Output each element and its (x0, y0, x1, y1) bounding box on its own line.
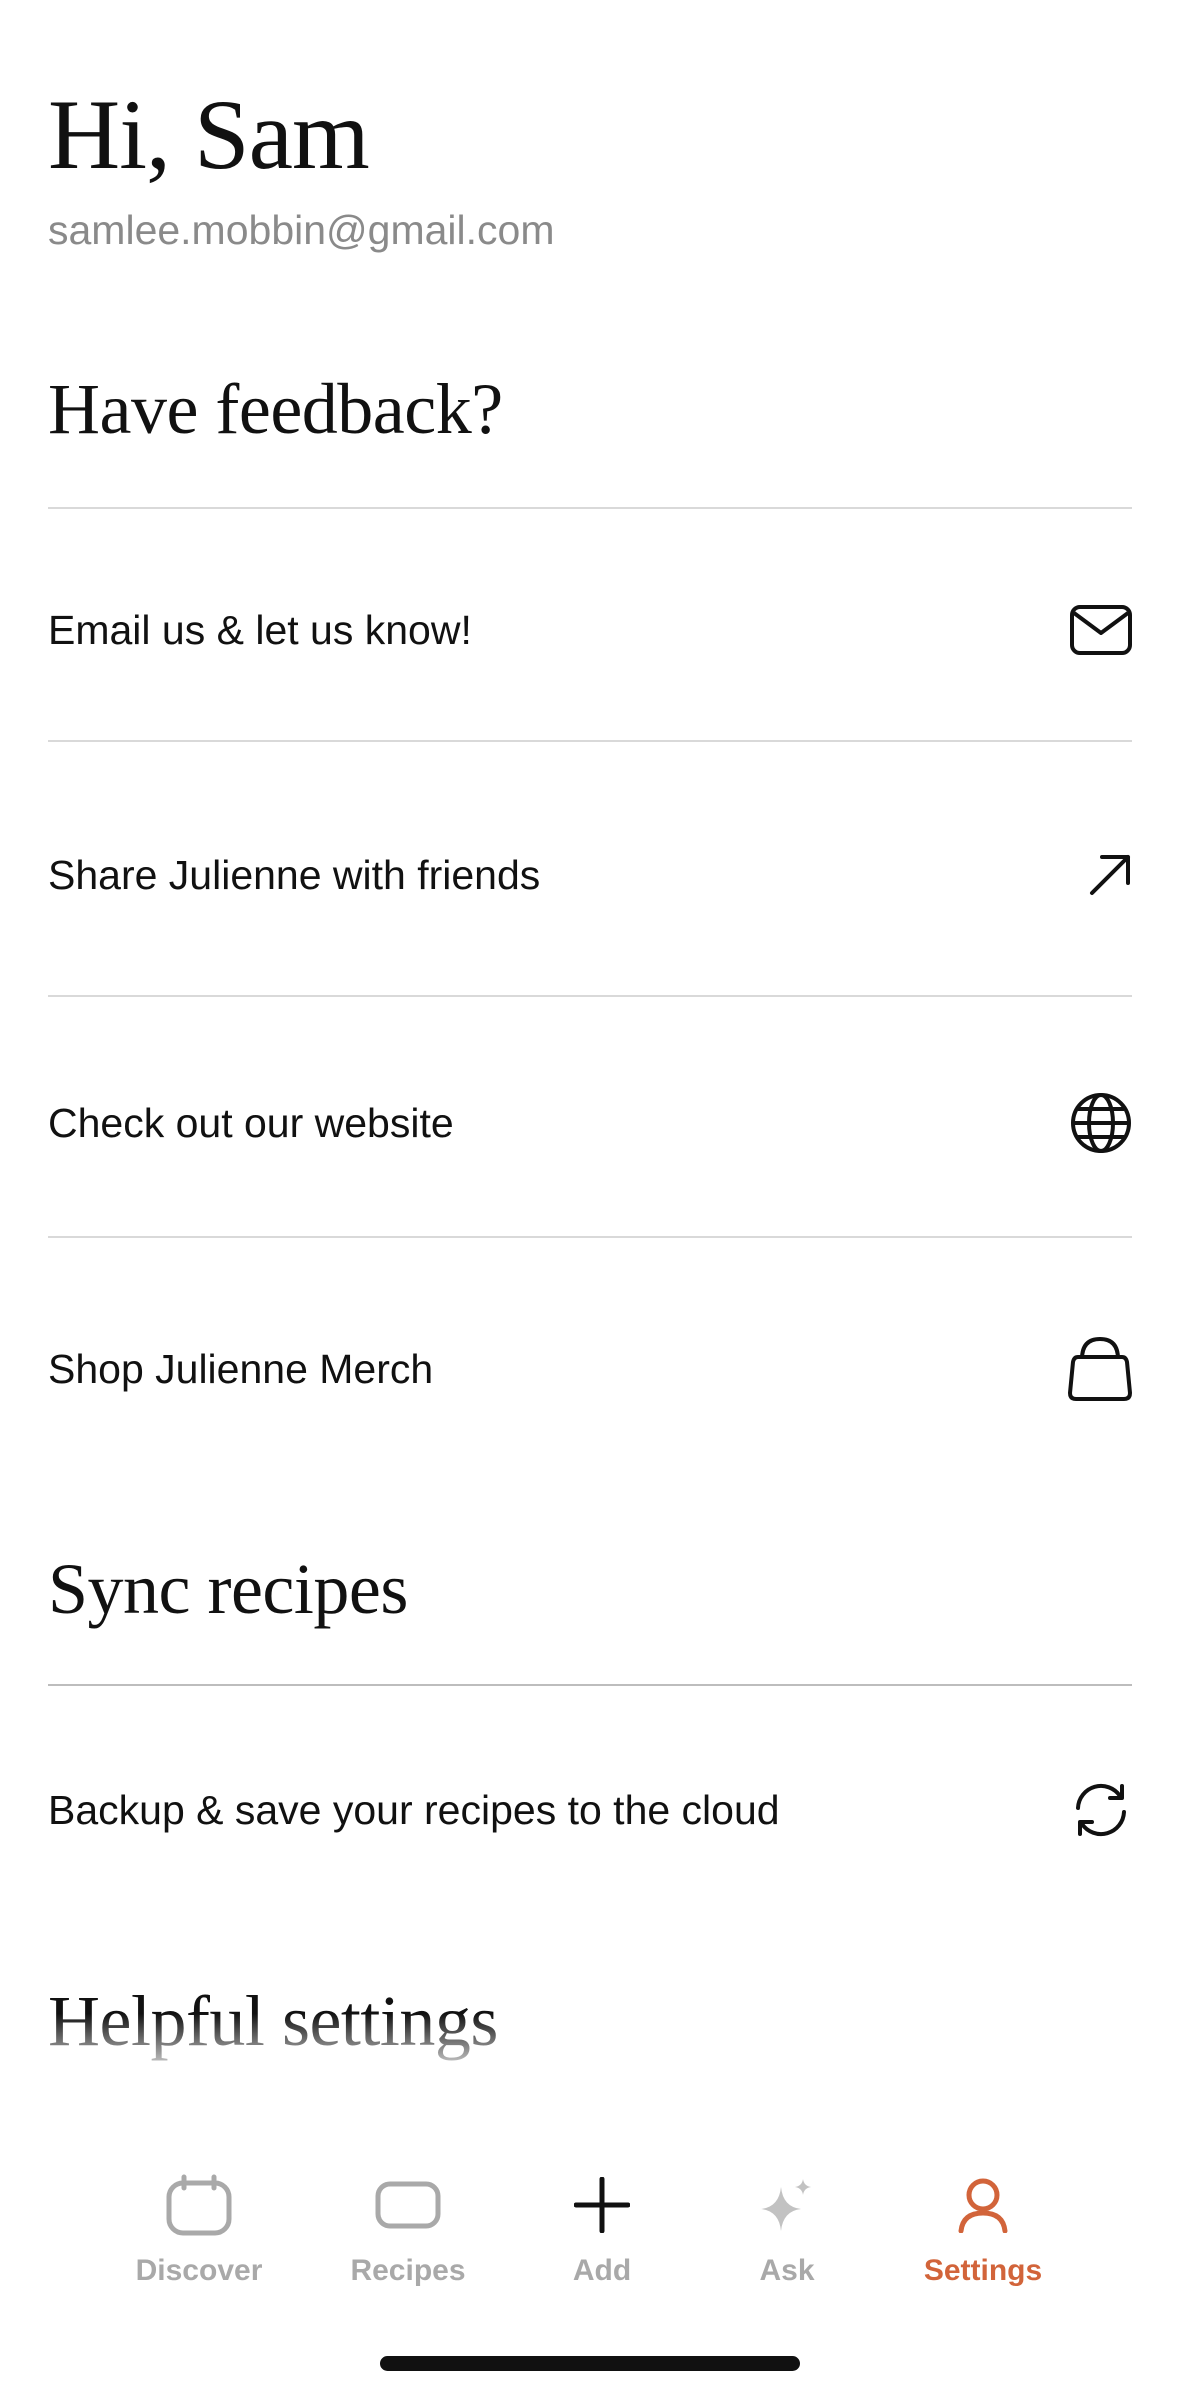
shop-merch-row[interactable]: Shop Julienne Merch (48, 1314, 1132, 1424)
mail-icon (1064, 596, 1132, 664)
tab-ask[interactable]: Ask (697, 2160, 877, 2310)
shopping-bag-icon (1064, 1335, 1132, 1403)
email-us-label: Email us & let us know! (48, 606, 472, 653)
globe-icon (1064, 1089, 1132, 1157)
arrow-up-right-icon (1064, 841, 1132, 909)
sync-section-title: Sync recipes (48, 1549, 408, 1629)
tab-add[interactable]: Add (512, 2160, 692, 2310)
tab-settings[interactable]: Settings (893, 2160, 1073, 2310)
divider (48, 995, 1132, 997)
tab-bar: Discover Recipes Add Ask Settings (0, 2160, 1179, 2310)
divider (48, 1684, 1132, 1686)
feedback-section-title: Have feedback? (48, 369, 503, 449)
home-indicator[interactable] (380, 2356, 800, 2371)
tab-recipes[interactable]: Recipes (318, 2160, 498, 2310)
tab-label: Add (572, 2254, 632, 2287)
share-label: Share Julienne with friends (48, 851, 541, 898)
tab-discover[interactable]: Discover (109, 2160, 289, 2310)
sparkle-icon (759, 2160, 815, 2250)
email-us-row[interactable]: Email us & let us know! (48, 575, 1132, 685)
helpful-section-title: Helpful settings (48, 1981, 498, 2061)
sync-icon (1064, 1776, 1132, 1844)
shop-merch-label: Shop Julienne Merch (48, 1345, 434, 1392)
website-row[interactable]: Check out our website (48, 1068, 1132, 1178)
plus-icon (574, 2160, 630, 2250)
backup-label: Backup & save your recipes to the cloud (48, 1786, 780, 1833)
divider (48, 1236, 1132, 1238)
divider (48, 507, 1132, 509)
user-email: samlee.mobbin@gmail.com (48, 207, 555, 253)
calendar-icon (166, 2160, 232, 2250)
tab-label: Settings (923, 2254, 1043, 2287)
greeting-title: Hi, Sam (48, 79, 370, 190)
card-icon (375, 2160, 441, 2250)
divider (48, 740, 1132, 742)
tab-label: Ask (759, 2254, 815, 2287)
share-row[interactable]: Share Julienne with friends (48, 820, 1132, 930)
website-label: Check out our website (48, 1099, 454, 1146)
tab-label: Discover (135, 2254, 263, 2287)
person-icon (957, 2160, 1009, 2250)
tab-label: Recipes (350, 2254, 466, 2287)
backup-row[interactable]: Backup & save your recipes to the cloud (48, 1755, 1132, 1865)
